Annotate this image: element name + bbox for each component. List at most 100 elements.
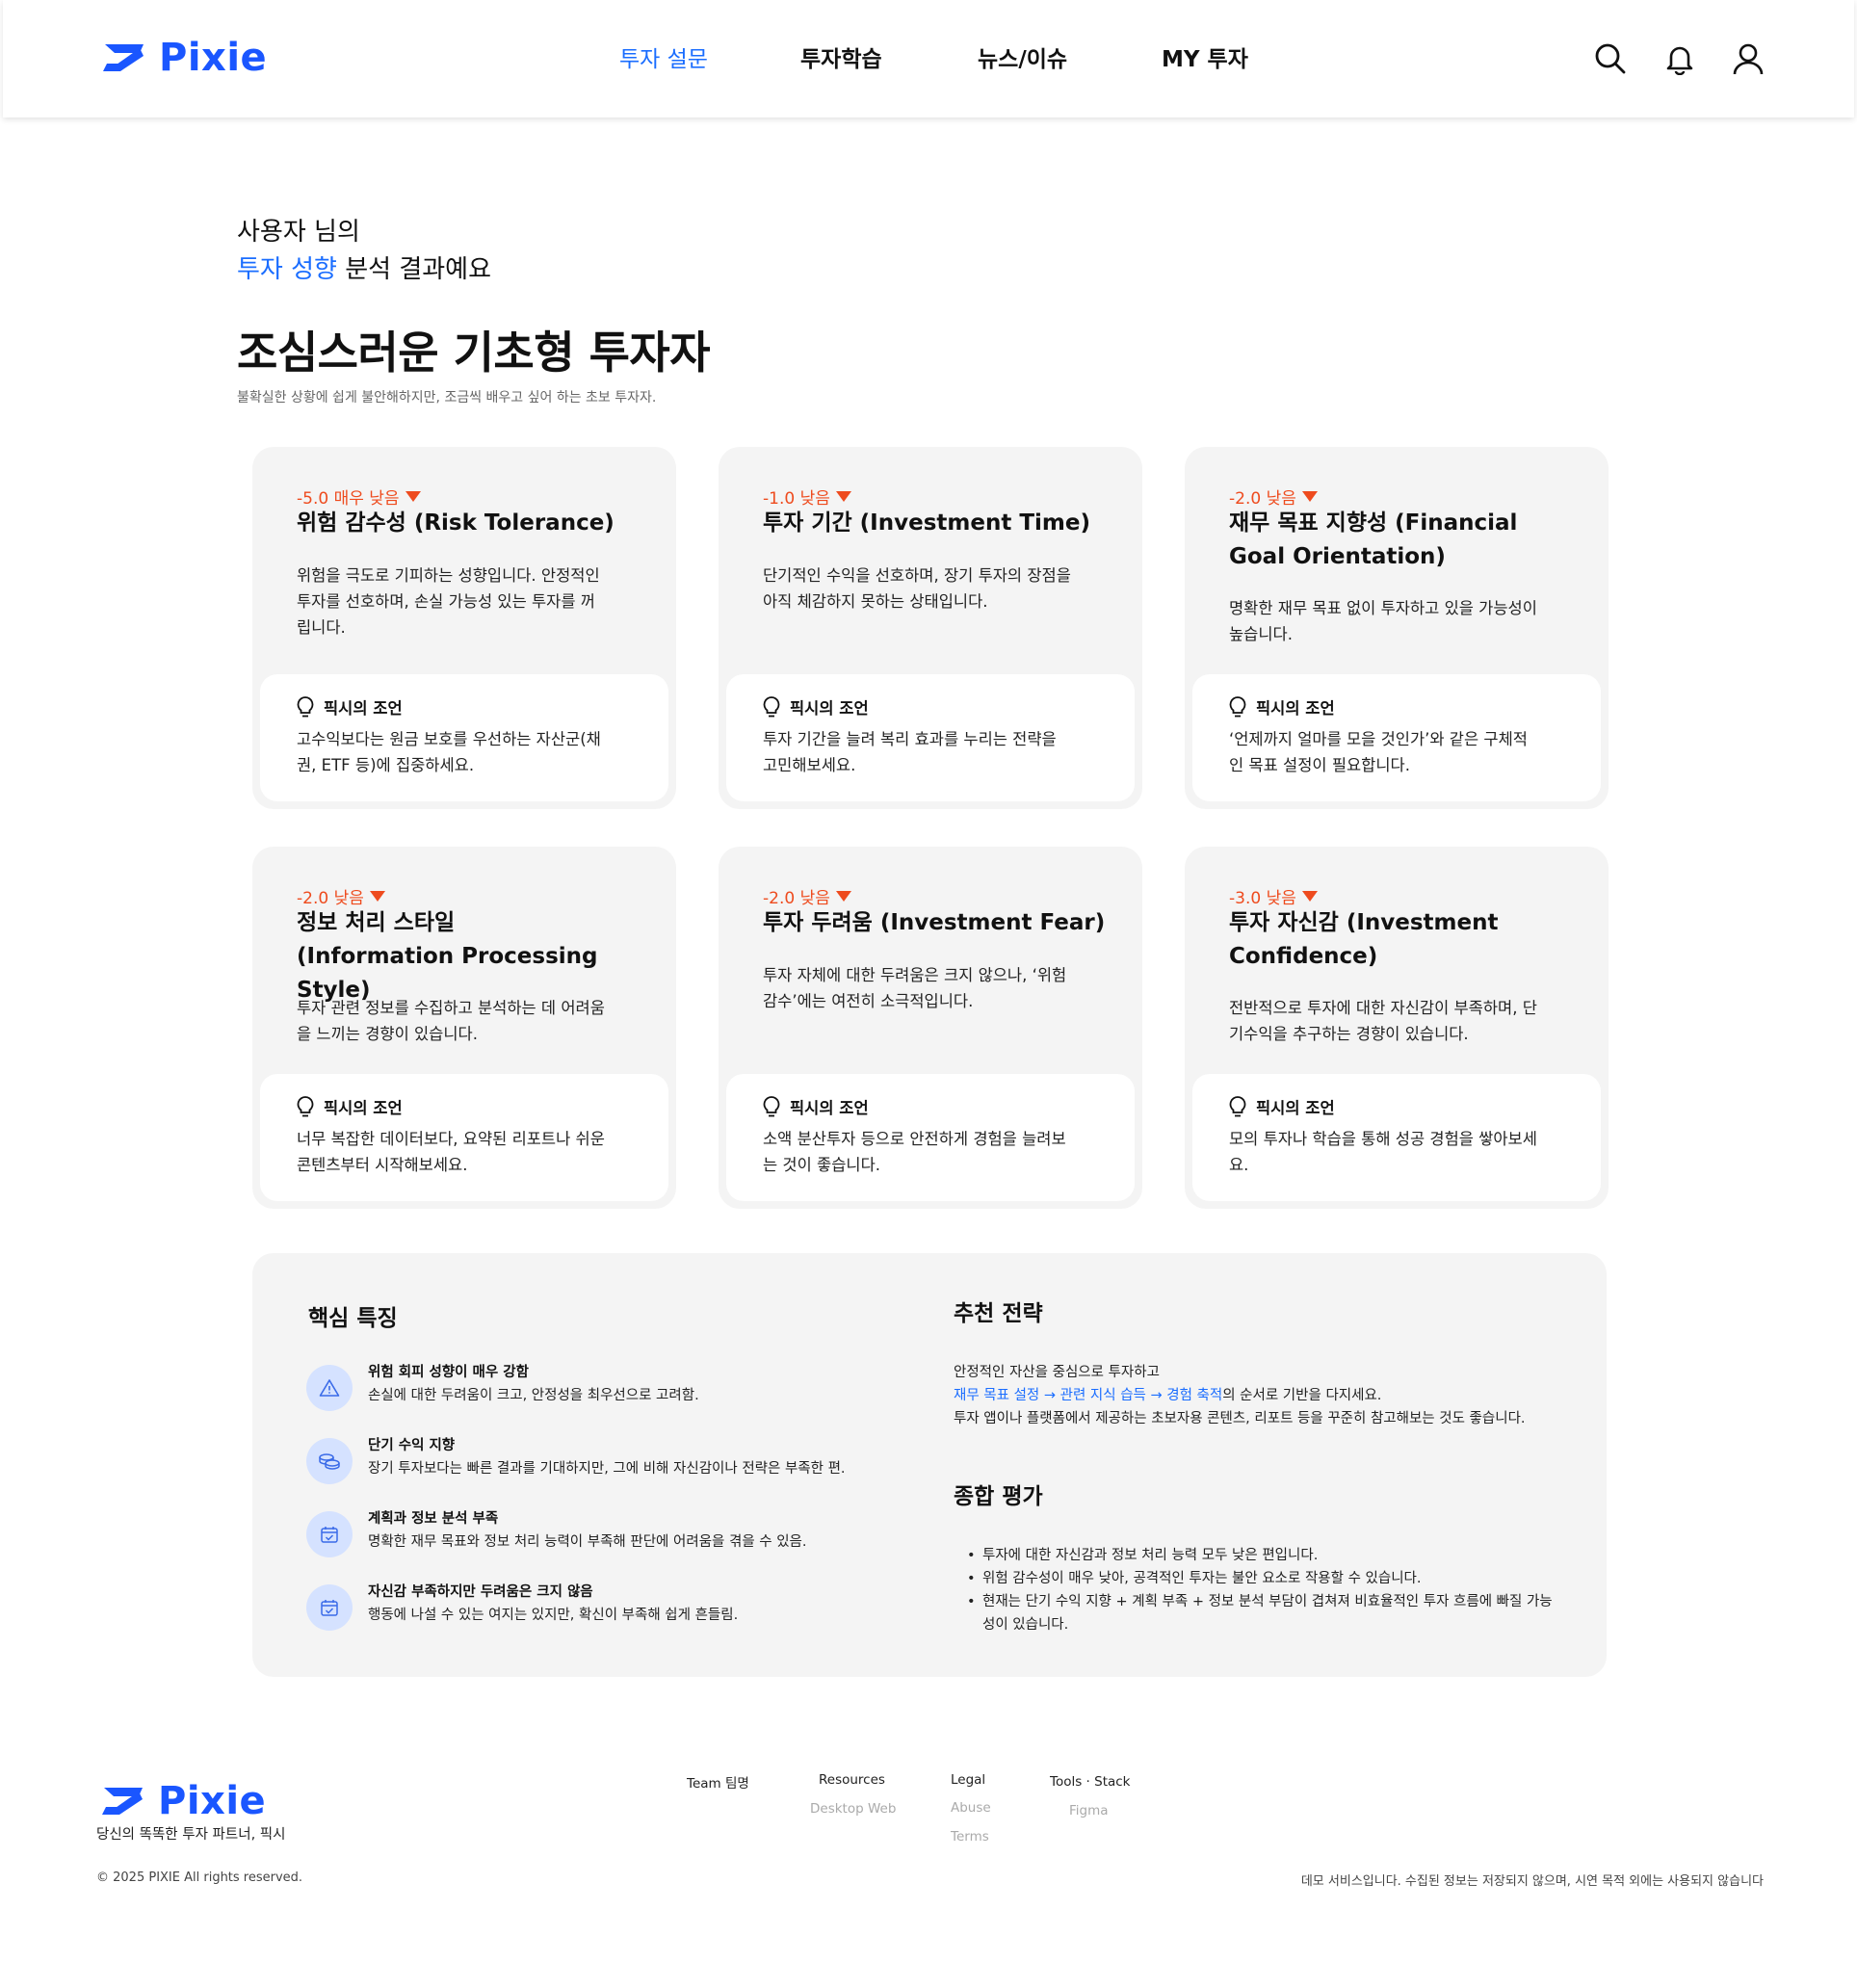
advice-box: 픽시의 조언 ‘언제까지 얼마를 모을 것인가’와 같은 구체적인 목표 설정이… xyxy=(1192,674,1601,801)
feature-desc: 명확한 재무 목표와 정보 처리 능력이 부족해 판단에 어려움을 겪을 수 있… xyxy=(368,1534,807,1550)
trait-description: 명확한 재무 목표 없이 투자하고 있을 가능성이 높습니다. xyxy=(1229,599,1537,643)
feature-desc: 손실에 대한 두려움이 크고, 안정성을 최우선으로 고려함. xyxy=(368,1388,699,1403)
advice-box: 픽시의 조언 너무 복잡한 데이터보다, 요약된 리포트나 쉬운 콘텐츠부터 시… xyxy=(260,1074,668,1201)
lightbulb-icon xyxy=(1229,1096,1246,1117)
strategy-flow: 재무 목표 설정 → 관련 지식 습득 → 경험 축적 xyxy=(954,1388,1223,1403)
advice-label: 픽시의 조언 xyxy=(1256,1099,1335,1117)
lightbulb-icon xyxy=(297,1096,314,1117)
search-icon[interactable] xyxy=(1594,42,1627,75)
advice-box: 픽시의 조언 소액 분산투자 등으로 안전하게 경험을 늘려보는 것이 좋습니다… xyxy=(726,1074,1135,1201)
down-triangle-icon xyxy=(1301,491,1318,502)
strategy-line-3: 투자 앱이나 플랫폼에서 제공하는 초보자용 콘텐츠, 리포트 등을 꾸준히 참… xyxy=(954,1411,1526,1426)
main-nav: 투자 설문 투자학습 뉴스/이슈 MY 투자 xyxy=(3,40,1854,79)
trait-score-text: -3.0 낮음 xyxy=(1229,889,1296,908)
greeting-rest: 분석 결과예요 xyxy=(336,255,492,284)
bell-icon[interactable] xyxy=(1663,42,1696,75)
footer-link-figma[interactable]: Figma xyxy=(1069,1803,1109,1818)
trait-card-investment-time: -1.0 낮음 투자 기간 (Investment Time) 단기적인 수익을… xyxy=(719,447,1142,809)
strategy-flow-rest: 의 순서로 기반을 다지세요. xyxy=(1222,1388,1382,1403)
footer-col-resources-heading: Resources xyxy=(819,1772,885,1788)
advice-header: 픽시의 조언 xyxy=(297,1095,403,1118)
advice-box: 픽시의 조언 모의 투자나 학습을 통해 성공 경험을 쌓아보세요. xyxy=(1192,1074,1601,1201)
footer-tagline: 당신의 똑똑한 투자 파트너, 픽시 xyxy=(96,1827,286,1843)
warning-icon xyxy=(306,1365,353,1411)
strategy-line-2: 재무 목표 설정 → 관련 지식 습득 → 경험 축적의 순서로 기반을 다지세… xyxy=(954,1384,1526,1407)
advice-header: 픽시의 조언 xyxy=(1229,695,1335,719)
greeting-accent: 투자 성향 xyxy=(237,255,337,284)
feature-title: 위험 회피 성향이 매우 강함 xyxy=(368,1365,529,1380)
advice-text: 투자 기간을 늘려 복리 효과를 누리는 전략을 고민해보세요. xyxy=(763,730,1057,774)
trait-score-text: -2.0 낮음 xyxy=(1229,489,1296,509)
footer-link-terms[interactable]: Terms xyxy=(951,1829,989,1844)
footer-link-abuse[interactable]: Abuse xyxy=(951,1800,991,1816)
user-icon[interactable] xyxy=(1732,42,1765,75)
strategy-text: 안정적인 자산을 중심으로 투자하고 재무 목표 설정 → 관련 지식 습득 →… xyxy=(954,1361,1526,1430)
calendar-check-icon xyxy=(306,1511,353,1557)
trait-score: -2.0 낮음 xyxy=(763,884,851,908)
advice-header: 픽시의 조언 xyxy=(1229,1095,1335,1118)
trait-card-investment-fear: -2.0 낮음 투자 두려움 (Investment Fear) 투자 자체에 … xyxy=(719,847,1142,1209)
pixie-logo-mark-icon xyxy=(102,1788,143,1815)
advice-text: 모의 투자나 학습을 통해 성공 경험을 쌓아보세요. xyxy=(1229,1130,1537,1174)
evaluation-item: 위험 감수성이 매우 낮아, 공격적인 투자는 불안 요소로 작용할 수 있습니… xyxy=(961,1567,1558,1590)
feature-item: 자신감 부족하지만 두려움은 크지 않음 행동에 나설 수 있는 여지는 있지만… xyxy=(306,1581,884,1638)
trait-description: 전반적으로 투자에 대한 자신감이 부족하며, 단기수익을 추구하는 경향이 있… xyxy=(1229,999,1537,1043)
feature-title: 자신감 부족하지만 두려움은 크지 않음 xyxy=(368,1584,593,1600)
feature-desc: 장기 투자보다는 빠른 결과를 기대하지만, 그에 비해 자신감이나 전략은 부… xyxy=(368,1461,846,1477)
trait-description: 위험을 극도로 기피하는 성향입니다. 안정적인 투자를 선호하며, 손실 가능… xyxy=(297,566,600,637)
trait-card-risk-tolerance: -5.0 매우 낮음 위험 감수성 (Risk Tolerance) 위험을 극… xyxy=(252,447,676,809)
strategy-line-1: 안정적인 자산을 중심으로 투자하고 xyxy=(954,1365,1160,1380)
evaluation-item: 투자에 대한 자신감과 정보 처리 능력 모두 낮은 편입니다. xyxy=(961,1544,1558,1567)
nav-item-learning[interactable]: 투자학습 xyxy=(800,40,882,73)
advice-text: ‘언제까지 얼마를 모을 것인가’와 같은 구체적인 목표 설정이 필요합니다. xyxy=(1229,730,1528,774)
nav-item-survey[interactable]: 투자 설문 xyxy=(619,40,708,73)
copyright: © 2025 PIXIE All rights reserved. xyxy=(96,1870,303,1885)
trait-score-text: -1.0 낮음 xyxy=(763,489,830,509)
features-title: 핵심 특징 xyxy=(308,1306,398,1331)
trait-title: 투자 기간 (Investment Time) xyxy=(763,510,1090,536)
advice-header: 픽시의 조언 xyxy=(763,1095,869,1118)
footer-col-legal-heading: Legal xyxy=(951,1772,986,1788)
advice-label: 픽시의 조언 xyxy=(1256,699,1335,718)
advice-box: 픽시의 조언 투자 기간을 늘려 복리 효과를 누리는 전략을 고민해보세요. xyxy=(726,674,1135,801)
trait-score: -3.0 낮음 xyxy=(1229,884,1318,908)
trait-card-information-processing: -2.0 낮음 정보 처리 스타일 (Information Processin… xyxy=(252,847,676,1209)
advice-header: 픽시의 조언 xyxy=(297,695,403,719)
lightbulb-icon xyxy=(1229,696,1246,718)
trait-score-text: -5.0 매우 낮음 xyxy=(297,489,400,509)
trait-title: 정보 처리 스타일 (Information Processing Style) xyxy=(297,910,598,1003)
demo-notice: 데모 서비스입니다. 수집된 정보는 저장되지 않으며, 시연 목적 외에는 사… xyxy=(1300,1874,1764,1889)
trait-description: 단기적인 수익을 선호하며, 장기 투자의 장점을 아직 체감하지 못하는 상태… xyxy=(763,566,1071,611)
trait-card-financial-goal: -2.0 낮음 재무 목표 지향성 (Financial Goal Orient… xyxy=(1185,447,1609,809)
advice-label: 픽시의 조언 xyxy=(324,699,403,718)
nav-item-news[interactable]: 뉴스/이슈 xyxy=(978,40,1067,73)
footer-col-team-heading: Team 팀명 xyxy=(687,1776,749,1792)
nav-item-my-investment[interactable]: MY 투자 xyxy=(1162,40,1248,73)
footer-link-desktop-web[interactable]: Desktop Web xyxy=(810,1801,896,1817)
greeting-line-2: 투자 성향 분석 결과예요 xyxy=(237,251,491,289)
feature-desc: 행동에 나설 수 있는 여지는 있지만, 확신이 부족해 쉽게 흔들림. xyxy=(368,1608,739,1623)
trait-score-text: -2.0 낮음 xyxy=(763,889,830,908)
lightbulb-icon xyxy=(763,1096,780,1117)
trait-title: 재무 목표 지향성 (Financial Goal Orientation) xyxy=(1229,510,1518,569)
advice-header: 픽시의 조언 xyxy=(763,695,869,719)
trait-title: 위험 감수성 (Risk Tolerance) xyxy=(297,510,615,536)
down-triangle-icon xyxy=(1301,891,1318,902)
footer-logo[interactable]: Pixie xyxy=(100,1779,266,1823)
advice-text: 고수익보다는 원금 보호를 우선하는 자산군(채권, ETF 등)에 집중하세요… xyxy=(297,730,601,774)
down-triangle-icon xyxy=(405,491,421,502)
down-triangle-icon xyxy=(835,491,851,502)
down-triangle-icon xyxy=(369,891,385,902)
summary-panel: 핵심 특징 위험 회피 성향이 매우 강함 손실에 대한 두려움이 크고, 안정… xyxy=(252,1253,1607,1677)
trait-description: 투자 관련 정보를 수집하고 분석하는 데 어려움을 느끼는 경향이 있습니다. xyxy=(297,999,605,1043)
evaluation-title: 종합 평가 xyxy=(954,1484,1043,1509)
advice-label: 픽시의 조언 xyxy=(324,1099,403,1117)
feature-item: 단기 수익 지향 장기 투자보다는 빠른 결과를 기대하지만, 그에 비해 자신… xyxy=(306,1434,884,1492)
lightbulb-icon xyxy=(297,696,314,718)
trait-score: -1.0 낮음 xyxy=(763,484,851,509)
feature-title: 단기 수익 지향 xyxy=(368,1438,456,1453)
evaluation-list: 투자에 대한 자신감과 정보 처리 능력 모두 낮은 편입니다. 위험 감수성이… xyxy=(961,1544,1558,1636)
trait-score: -2.0 낮음 xyxy=(297,884,385,908)
down-triangle-icon xyxy=(835,891,851,902)
evaluation-item: 현재는 단기 수익 지향 + 계획 부족 + 정보 분석 부담이 겹쳐져 비효율… xyxy=(961,1590,1558,1636)
